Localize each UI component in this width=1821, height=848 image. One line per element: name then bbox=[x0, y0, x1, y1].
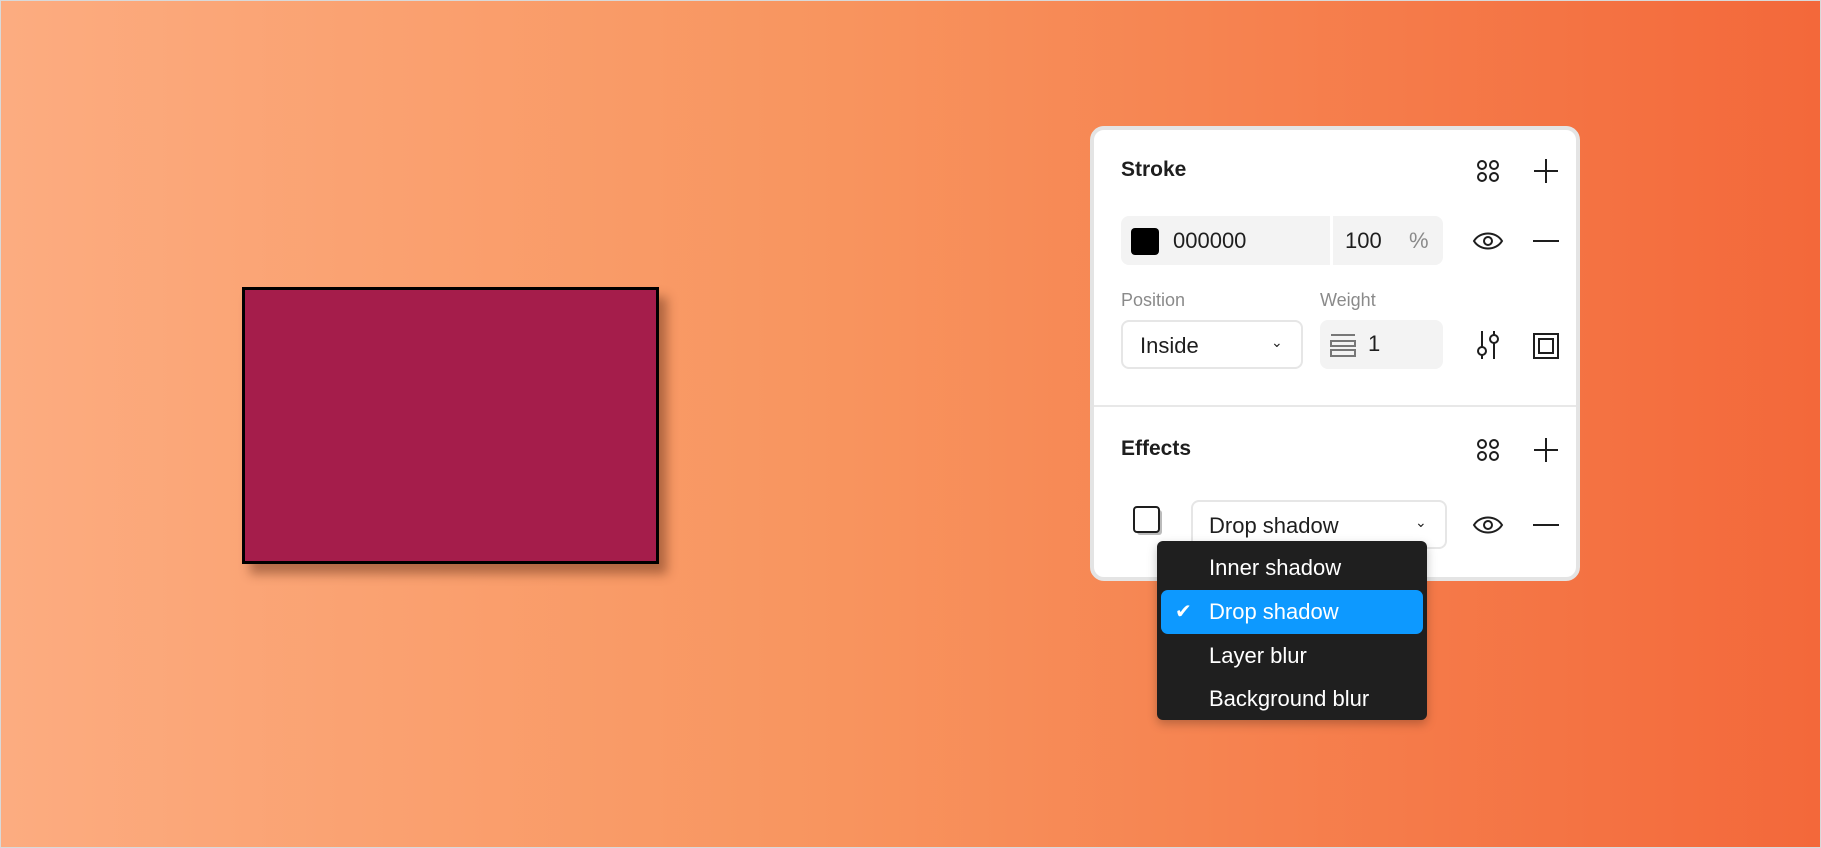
stroke-settings-icon[interactable] bbox=[1473, 329, 1503, 361]
menu-item-label: Inner shadow bbox=[1209, 555, 1342, 580]
add-stroke-plus-icon[interactable] bbox=[1531, 156, 1561, 186]
chevron-down-icon: ⌄ bbox=[1271, 334, 1283, 350]
effects-title: Effects bbox=[1121, 437, 1192, 460]
menu-item-layer-blur[interactable]: Layer blur bbox=[1161, 634, 1423, 678]
properties-panel: Stroke 000000 100 % Position Weight Insi… bbox=[1090, 126, 1580, 581]
remove-effect-minus-icon[interactable] bbox=[1531, 510, 1561, 540]
opacity-input[interactable]: 100 bbox=[1345, 228, 1382, 254]
stroke-weight-field[interactable]: 1 bbox=[1320, 320, 1443, 369]
position-label: Position bbox=[1121, 290, 1186, 310]
field-divider bbox=[1330, 216, 1333, 265]
color-hex-input[interactable]: 000000 bbox=[1173, 228, 1246, 254]
stroke-title: Stroke bbox=[1121, 158, 1187, 181]
menu-item-drop-shadow[interactable]: ✔ Drop shadow bbox=[1161, 590, 1423, 634]
effect-styles-grid-icon[interactable] bbox=[1473, 435, 1503, 465]
remove-stroke-minus-icon[interactable] bbox=[1531, 226, 1561, 256]
menu-item-inner-shadow[interactable]: Inner shadow bbox=[1161, 546, 1423, 590]
weight-label: Weight bbox=[1320, 290, 1376, 310]
color-swatch[interactable] bbox=[1131, 228, 1159, 255]
chevron-down-icon: ⌄ bbox=[1415, 514, 1427, 530]
weight-input[interactable]: 1 bbox=[1368, 331, 1380, 357]
menu-item-label: Drop shadow bbox=[1209, 599, 1339, 624]
effect-type-value: Drop shadow bbox=[1209, 513, 1339, 538]
eye-icon[interactable] bbox=[1471, 226, 1505, 256]
menu-item-label: Background blur bbox=[1209, 686, 1370, 711]
effect-eye-icon[interactable] bbox=[1471, 510, 1505, 540]
menu-item-label: Layer blur bbox=[1209, 643, 1307, 668]
position-value: Inside bbox=[1140, 333, 1199, 358]
menu-item-background-blur[interactable]: Background blur bbox=[1161, 677, 1423, 721]
stroke-weight-icon bbox=[1330, 332, 1356, 358]
add-effect-plus-icon[interactable] bbox=[1531, 435, 1561, 465]
stroke-position-dropdown[interactable]: Inside ⌄ bbox=[1121, 320, 1303, 369]
drop-shadow-effect-icon[interactable] bbox=[1132, 505, 1164, 537]
stroke-color-field[interactable]: 000000 100 % bbox=[1121, 216, 1443, 265]
checkmark-icon: ✔ bbox=[1175, 601, 1192, 623]
styles-grid-icon[interactable] bbox=[1473, 156, 1503, 186]
individual-strokes-icon[interactable] bbox=[1531, 331, 1561, 361]
opacity-unit: % bbox=[1409, 228, 1429, 253]
selected-rectangle[interactable] bbox=[242, 287, 659, 564]
section-divider bbox=[1094, 405, 1576, 407]
effect-type-menu: Inner shadow ✔ Drop shadow Layer blur Bac… bbox=[1157, 541, 1427, 720]
